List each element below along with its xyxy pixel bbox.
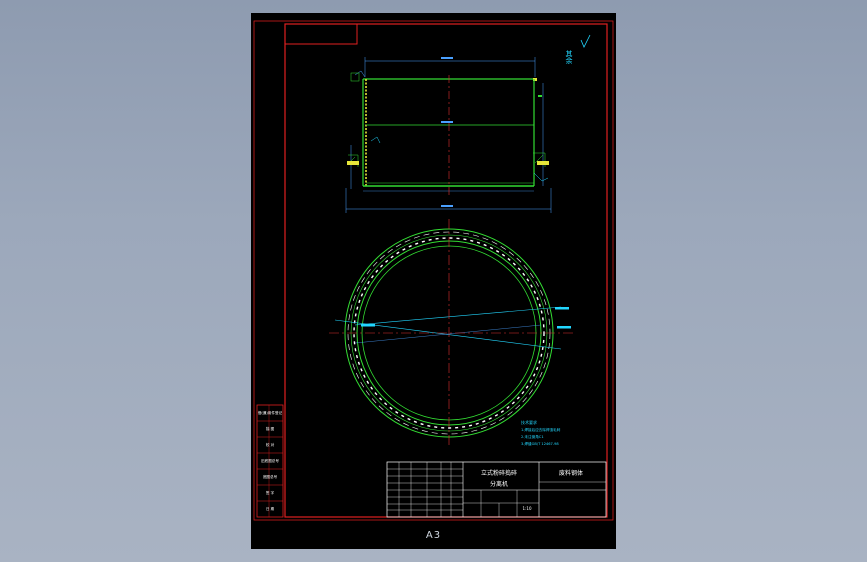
material-label: 废料钢体 (559, 469, 583, 477)
technical-requirements: 技术要求 1.焊接后应去除焊渣毛刺 2.未注倒角C1 3.焊缝GB/T 1246… (521, 419, 561, 446)
part-name-line2: 分离机 (490, 480, 508, 488)
tech-note-title: 技术要求 (521, 419, 537, 425)
tech-note-2: 2.未注倒角C1 (521, 434, 544, 439)
stamp-label-7: 日 期 (266, 506, 275, 511)
stamp-label-6: 签 字 (266, 490, 275, 495)
stamp-label-4: 旧底图总号 (261, 458, 279, 463)
tech-note-1: 1.焊接后应去除焊渣毛刺 (521, 427, 561, 432)
top-plan-view (329, 219, 573, 447)
title-block: 立式粉碎捣碎 分离机 废料钢体 1:10 (386, 461, 607, 518)
roughness-check-icon (580, 34, 591, 48)
outer-border (253, 20, 614, 521)
front-section-view (345, 57, 552, 213)
drawing-sheet: 借(通)用件登记 描 图 校 对 旧底图总号 底图总号 签 字 日 期 其余 技… (251, 13, 616, 549)
paper-size-label: A3 (425, 530, 442, 541)
tech-note-3: 3.焊缝GB/T 12467-98 (521, 441, 559, 446)
stamp-label-2: 描 图 (266, 426, 275, 431)
stamp-label-5: 底图总号 (263, 474, 278, 479)
surface-roughness-note: 其余 (565, 34, 591, 65)
roughness-label: 其余 (565, 50, 573, 65)
side-stamp-table: 借(通)用件登记 描 图 校 对 旧底图总号 底图总号 签 字 日 期 (256, 404, 284, 518)
cad-drawing: 借(通)用件登记 描 图 校 对 旧底图总号 底图总号 签 字 日 期 其余 技… (253, 20, 614, 521)
stamp-label-3: 校 对 (266, 442, 275, 447)
stamp-label-1: 借(通)用件登记 (258, 410, 283, 415)
drawing-code-box (284, 23, 358, 45)
scale-value: 1:10 (523, 506, 532, 511)
part-name-line1: 立式粉碎捣碎 (481, 469, 517, 477)
